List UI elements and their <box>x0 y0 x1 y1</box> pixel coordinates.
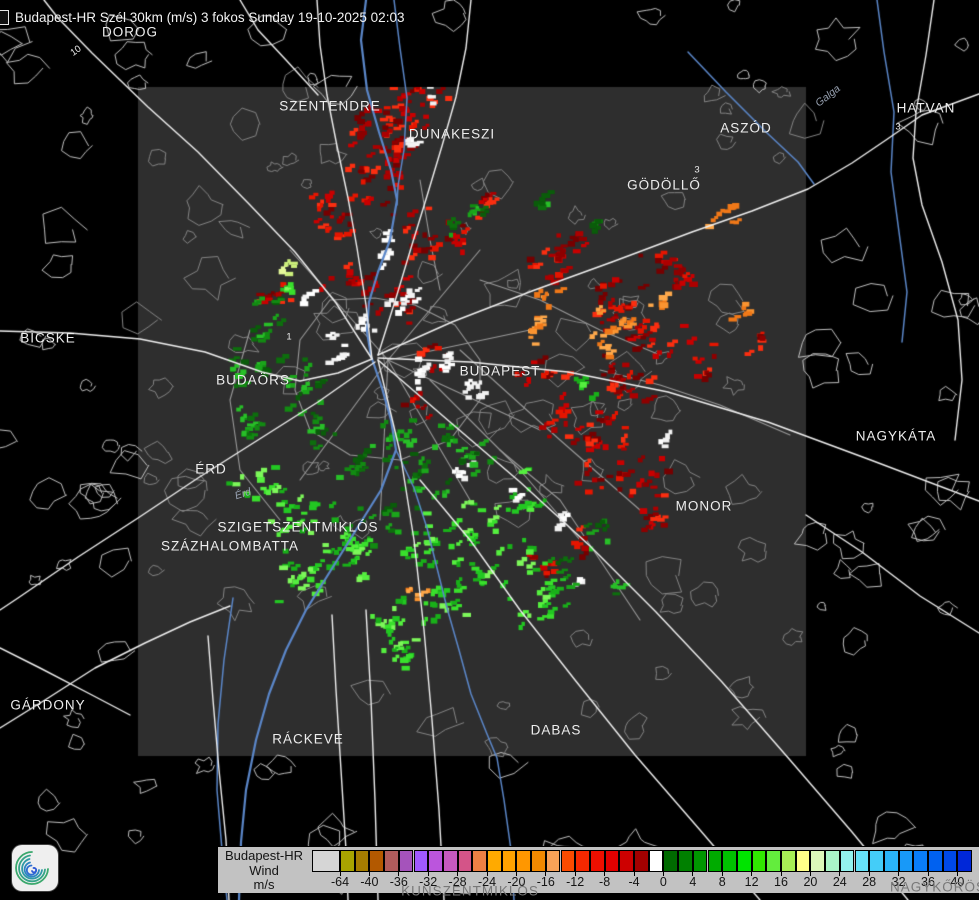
legend-color-cell <box>590 850 605 872</box>
legend-tick-label: 4 <box>689 875 696 889</box>
legend-color-cell <box>884 850 899 872</box>
legend-bar: Budapest-HR Wind m/s -64-40-36-32-28-24-… <box>218 846 979 893</box>
city-label: BUDAÖRS <box>216 373 290 388</box>
legend-tick-label: 28 <box>862 875 876 889</box>
city-label: NAGYKÁTA <box>856 429 937 444</box>
hungaromet-logo[interactable] <box>12 845 58 891</box>
city-label: BICSKE <box>20 331 76 346</box>
city-label: SZENTENDRE <box>279 99 381 114</box>
city-label: ASZÓD <box>720 121 772 136</box>
radar-viewer: DOROGSZENTENDREDUNAKESZIASZÓDHATVANGÖDÖL… <box>0 0 979 900</box>
legend-color-cell <box>752 850 767 872</box>
legend-color-cell <box>781 850 796 872</box>
map-title: Budapest-HR Szél 30km (m/s) 3 fokos Sund… <box>15 10 404 25</box>
legend-tick-label: 0 <box>660 875 667 889</box>
city-label: SZÁZHALOMBATTA <box>161 539 299 554</box>
legend-tick-label: 8 <box>719 875 726 889</box>
legend-tick-label: 12 <box>745 875 759 889</box>
legend-color-cell <box>502 850 517 872</box>
legend-title-line3: m/s <box>218 878 310 893</box>
legend-color-cell <box>943 850 958 872</box>
city-label: RÁCKEVE <box>272 732 344 747</box>
app-icon <box>0 10 9 25</box>
legend-color-cell <box>869 850 884 872</box>
city-label: GÁRDONY <box>10 698 85 713</box>
legend-tick-label: -40 <box>360 875 378 889</box>
city-label: MONOR <box>676 499 733 514</box>
legend-color-cell <box>546 850 561 872</box>
legend-tick-label: 16 <box>774 875 788 889</box>
legend-color-cell <box>810 850 825 872</box>
legend-color-cell <box>312 850 340 872</box>
legend-tick-label: -16 <box>537 875 555 889</box>
legend-color-cell <box>663 850 678 872</box>
legend-title: Budapest-HR Wind m/s <box>218 849 310 893</box>
legend-color-cell <box>605 850 620 872</box>
spiral-logo-icon <box>15 848 55 888</box>
legend-color-cell <box>414 850 429 872</box>
legend-color-cell <box>693 850 708 872</box>
legend-color-cell <box>487 850 502 872</box>
legend-color-cell <box>766 850 781 872</box>
legend-tick-label: 24 <box>833 875 847 889</box>
road-number-label: 3 <box>895 122 900 133</box>
legend-color-cell <box>649 850 664 872</box>
legend-color-cell <box>796 850 811 872</box>
legend-color-cell <box>369 850 384 872</box>
legend-color-cell <box>472 850 487 872</box>
legend-color-cell <box>443 850 458 872</box>
titlebar: Budapest-HR Szél 30km (m/s) 3 fokos Sund… <box>0 7 404 27</box>
legend-color-cell <box>531 850 546 872</box>
legend-color-cell <box>840 850 855 872</box>
legend-color-cell <box>399 850 414 872</box>
legend-color-cell <box>458 850 473 872</box>
road-number-label: 3 <box>694 165 699 176</box>
legend-color-cell <box>561 850 576 872</box>
legend-color-cell <box>855 850 870 872</box>
legend-color-cell <box>340 850 355 872</box>
city-label: ÉRD <box>195 462 227 477</box>
legend-color-cell <box>619 850 634 872</box>
legend-color-cell <box>928 850 943 872</box>
legend-color-cell <box>575 850 590 872</box>
legend-color-cell <box>722 850 737 872</box>
city-label: GÖDÖLLŐ <box>627 178 701 193</box>
legend-color-cell <box>913 850 928 872</box>
legend-color-cell <box>384 850 399 872</box>
legend-color-cell <box>428 850 443 872</box>
city-label: KUNSZENTMIKLÓS <box>401 884 539 899</box>
legend-tick-label: -8 <box>599 875 610 889</box>
legend-color-cell <box>737 850 752 872</box>
legend-color-cell <box>708 850 723 872</box>
legend-color-cell <box>825 850 840 872</box>
road-number-label: 1 <box>286 332 291 343</box>
city-label: SZIGETSZENTMIKLÓS <box>217 520 378 535</box>
legend-tick-label: -4 <box>628 875 639 889</box>
legend-tick-label: -12 <box>566 875 584 889</box>
legend-color-cell <box>957 850 972 872</box>
legend-tick-label: -64 <box>331 875 349 889</box>
legend-color-cell <box>678 850 693 872</box>
legend-tick-label: 20 <box>803 875 817 889</box>
legend-color-cell <box>899 850 914 872</box>
city-label: NAGYKŐRÖS <box>890 880 979 895</box>
city-label: BUDAPEST <box>460 364 541 379</box>
legend-color-cell <box>355 850 370 872</box>
city-label: HATVAN <box>897 101 956 116</box>
legend-color-cell <box>634 850 649 872</box>
city-label: DABAS <box>531 723 582 738</box>
legend-color-cell <box>516 850 531 872</box>
legend-title-line2: Wind <box>218 864 310 879</box>
city-label: DUNAKESZI <box>409 127 495 142</box>
legend-title-line1: Budapest-HR <box>218 849 310 864</box>
